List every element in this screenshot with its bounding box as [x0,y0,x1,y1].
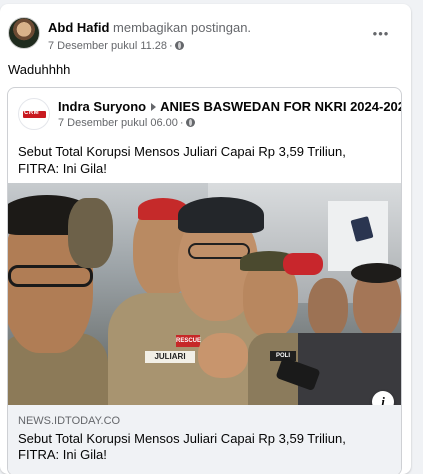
post-header-title: Abd Hafid membagikan postingan. [48,20,251,36]
globe-icon[interactable] [185,118,195,127]
author-avatar[interactable] [8,17,40,49]
more-options-button[interactable]: ••• [367,26,395,42]
link-domain: NEWS.IDTODAY.CO [18,415,121,427]
shared-meta: 7 Desember pukul 06.00 · [58,116,195,130]
link-title[interactable]: Sebut Total Korupsi Mensos Juliari Capai… [18,431,388,463]
post-card: Abd Hafid membagikan postingan. 7 Desemb… [0,4,411,474]
post-text: Waduhhhh [8,62,71,77]
caret-right-icon [151,103,157,111]
author-name[interactable]: Abd Hafid [48,20,109,35]
photo-central-cap [178,197,264,233]
photo-person-right2 [308,278,348,338]
photo-hand [198,333,248,378]
shared-header-title: Indra Suryono ANIES BASWEDAN FOR NKRI 202… [58,99,401,115]
meta-separator: · [169,40,173,52]
shared-author-avatar[interactable]: CRM [18,98,50,130]
photo-glasses [8,265,93,287]
shared-timestamp[interactable]: 7 Desember pukul 06.00 [58,117,178,129]
share-action-text: membagikan postingan. [113,20,252,35]
photo-name-tag: JULIARI [145,351,195,363]
group-name[interactable]: ANIES BASWEDAN FOR NKRI 2024-2029 [160,99,401,114]
post-meta: 7 Desember pukul 11.28 · [48,39,184,53]
photo-person-bg1 [68,198,113,268]
photo-badge-rescue: RESCUE [176,335,201,347]
photo-red-sleeve [283,253,323,275]
photo-person-right3-hair [351,263,401,283]
crm-logo-text: CRM [24,110,40,116]
shared-author-name[interactable]: Indra Suryono [58,99,146,114]
shared-meta-separator: · [179,117,184,129]
post-timestamp[interactable]: 7 Desember pukul 11.28 [48,40,167,52]
shared-post[interactable]: CRM Indra Suryono ANIES BASWEDAN FOR NKRI… [7,87,402,474]
shared-post-text: Sebut Total Korupsi Mensos Juliari Capai… [18,144,346,176]
post-header: Abd Hafid membagikan postingan. 7 Desemb… [0,4,411,54]
news-photo[interactable]: JULIARI RESCUE POLI [8,183,401,405]
globe-icon[interactable] [174,41,184,50]
photo-central-glasses [188,243,250,259]
link-preview[interactable]: NEWS.IDTODAY.CO Sebut Total Korupsi Mens… [8,405,401,474]
